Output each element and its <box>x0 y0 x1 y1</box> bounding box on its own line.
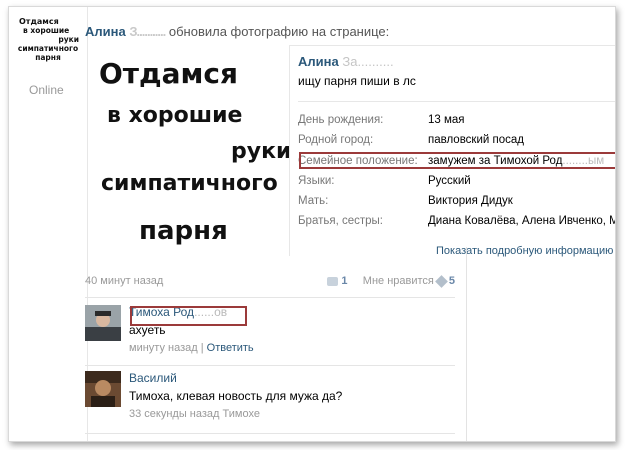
photo-text-line: руки <box>231 139 292 164</box>
online-status: Online <box>29 83 64 97</box>
profile-avatar[interactable]: Отдамся в хорошие руки симпатичного парн… <box>17 17 79 77</box>
comment-meta-separator: | <box>200 342 204 354</box>
comment-time[interactable]: 33 секунды назад Тимохе <box>129 408 260 420</box>
screenshot-frame: Отдамся в хорошие руки симпатичного парн… <box>8 6 616 442</box>
profile-info-card: Алина За.......... ищу парня пиши в лс Д… <box>289 45 615 257</box>
share-icon[interactable] <box>327 276 339 286</box>
post-author-link[interactable]: Алина З........... <box>85 24 166 39</box>
relationship-highlight-box <box>299 152 615 169</box>
comment-time[interactable]: минуту назад <box>129 342 198 354</box>
profile-row-mother: Мать: Виктория Дидук <box>298 195 513 207</box>
commenter-highlight-box <box>130 306 247 326</box>
field-value[interactable]: Диана Ковалёва, Алена Ивченко, Мих <box>428 215 615 227</box>
post-time[interactable]: 40 минут назад <box>85 275 163 287</box>
reply-link[interactable]: Ответить <box>207 342 254 354</box>
like-label[interactable]: Мне нравится <box>363 275 434 287</box>
avatar-text-line: в хорошие <box>23 26 70 35</box>
profile-divider <box>298 101 615 102</box>
photo-text-line: в хорошие <box>107 103 243 128</box>
photo-text-line: парня <box>139 216 228 246</box>
profile-name-blurred: За.......... <box>342 54 394 69</box>
profile-row-hometown: Родной город: павловский посад <box>298 134 524 146</box>
field-value[interactable]: Русский <box>428 175 471 187</box>
field-label: День рождения: <box>298 114 384 126</box>
comment-text: Тимоха, клевая новость для мужа да? <box>129 389 343 403</box>
field-label: Родной город: <box>298 134 374 146</box>
field-value[interactable]: павловский посад <box>428 134 524 146</box>
photo-text-line: Отдамся <box>99 57 239 90</box>
share-count: 1 <box>341 275 348 287</box>
comments-divider <box>85 433 455 434</box>
profile-row-languages: Языки: Русский <box>298 175 471 187</box>
commenter-avatar[interactable] <box>85 305 121 341</box>
avatar-text-line: Отдамся <box>19 17 59 26</box>
field-label: Мать: <box>298 195 329 207</box>
comment-meta: минуту назад | Ответить <box>129 342 254 354</box>
comments-divider <box>85 297 455 298</box>
photo-text-line: симпатичного <box>101 171 278 196</box>
profile-row-siblings: Братья, сестры: Диана Ковалёва, Алена Ивч… <box>298 215 615 227</box>
avatar-text-line: парня <box>35 53 61 62</box>
like-count: 5 <box>448 275 455 287</box>
field-value[interactable]: 13 мая <box>428 114 465 126</box>
post-author-first: Алина <box>85 24 126 39</box>
comments-divider <box>85 365 455 366</box>
field-label: Языки: <box>298 175 335 187</box>
profile-name-link[interactable]: Алина За.......... <box>298 54 394 69</box>
post-action-text: обновила фотографию на странице: <box>168 24 390 39</box>
post-actions: 1 Мне нравится 5 <box>327 274 455 288</box>
post-header: Алина З........... обновила фотографию н… <box>85 24 389 39</box>
field-value[interactable]: Виктория Дидук <box>428 195 513 207</box>
post-author-blurred: З........... <box>129 24 166 39</box>
heart-icon[interactable] <box>435 274 448 288</box>
post-photo[interactable]: Отдамся в хорошие руки симпатичного парн… <box>89 51 294 251</box>
profile-row-birthday: День рождения: 13 мая <box>298 114 465 126</box>
profile-status: ищу парня пиши в лс <box>298 74 416 88</box>
comment-item: Василий Тимоха, клевая новость для мужа … <box>85 371 455 427</box>
post-meta: 40 минут назад 1 Мне нравится 5 <box>85 274 455 288</box>
content-right-divider <box>466 247 467 441</box>
comment-author-link[interactable]: Василий <box>129 371 177 385</box>
commenter-avatar[interactable] <box>85 371 121 407</box>
show-more-info-link[interactable]: Показать подробную информацию <box>436 245 613 257</box>
avatar-text-line: руки <box>58 35 79 44</box>
field-label: Братья, сестры: <box>298 215 383 227</box>
profile-name-first: Алина <box>298 54 339 69</box>
avatar-text-line: симпатичного <box>17 44 79 53</box>
